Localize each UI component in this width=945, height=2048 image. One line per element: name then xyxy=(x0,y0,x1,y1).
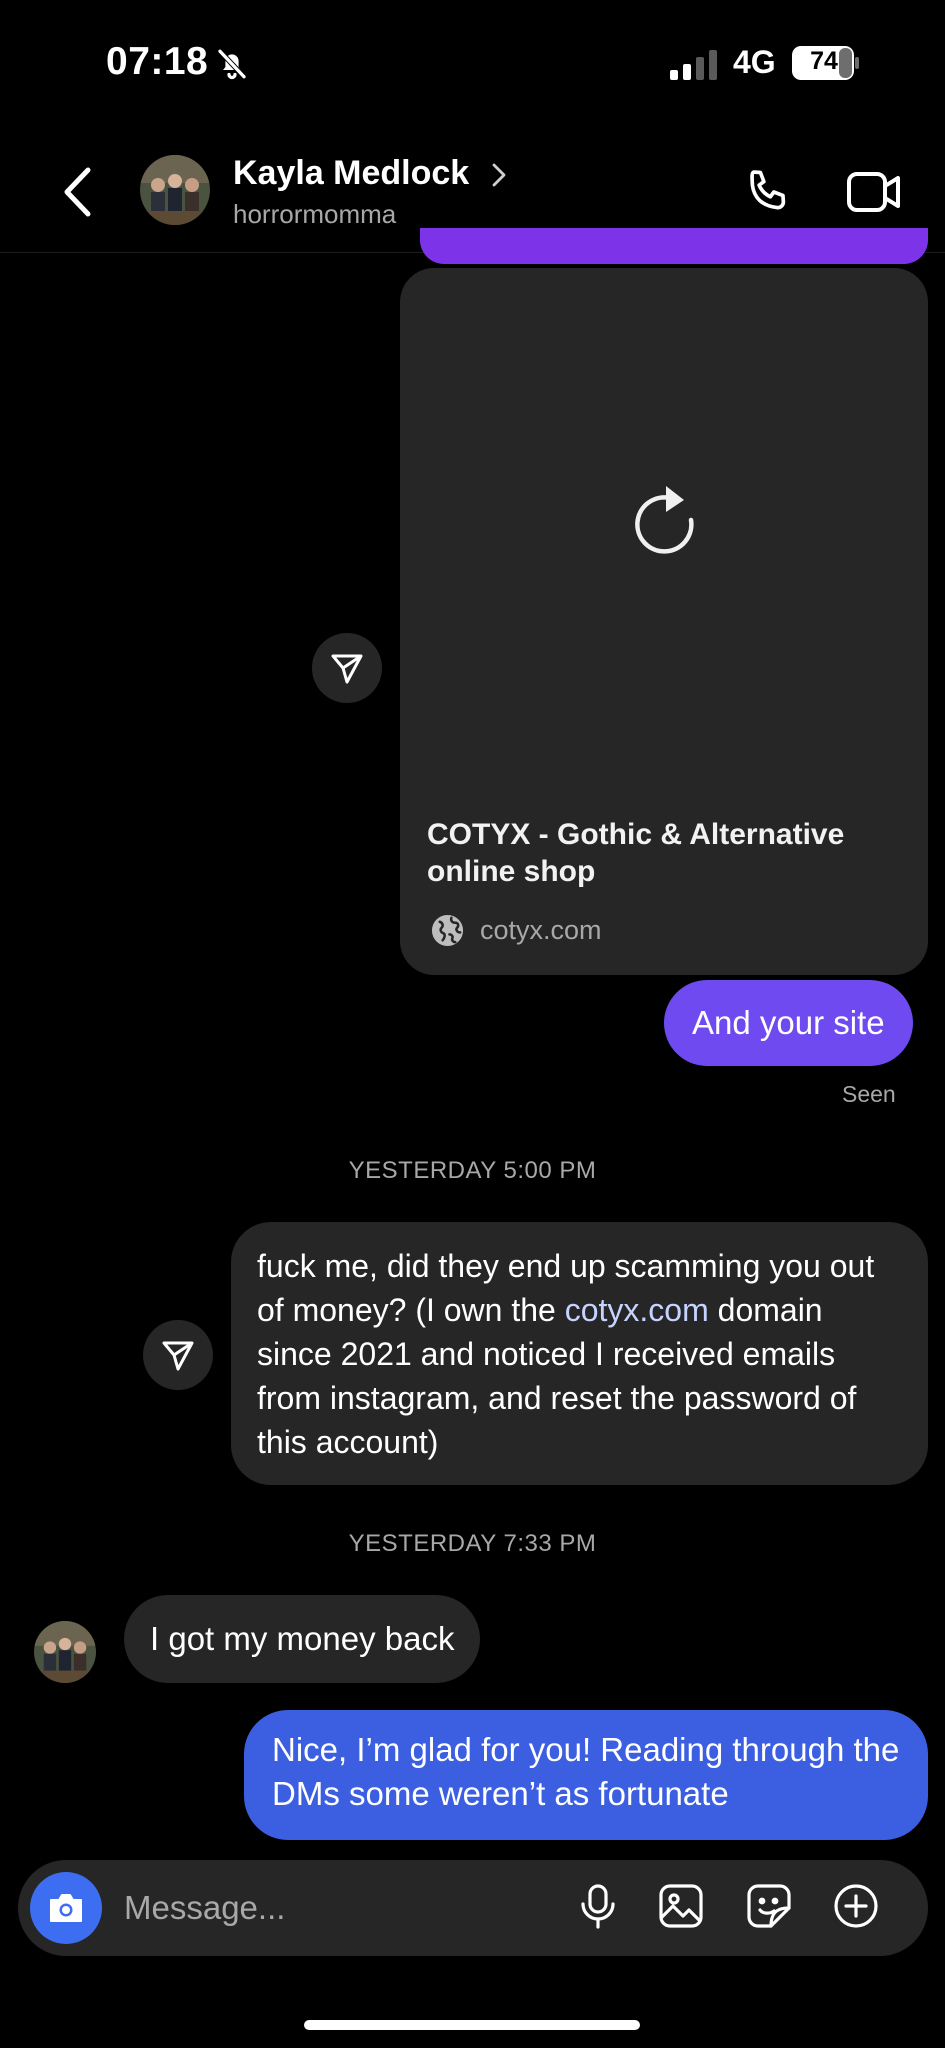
seen-indicator: Seen xyxy=(842,1081,896,1107)
phone-icon[interactable] xyxy=(742,166,794,218)
avatar-photo xyxy=(34,1621,96,1683)
battery-level: 74 xyxy=(810,47,838,75)
camera-button[interactable] xyxy=(30,1872,102,1944)
chevron-right-icon[interactable] xyxy=(490,162,508,188)
share-icon xyxy=(331,654,363,684)
contact-name[interactable]: Kayla Medlock xyxy=(233,154,469,193)
received-message-bubble[interactable]: fuck me, did they end up scamming you ou… xyxy=(231,1222,928,1485)
network-type: 4G xyxy=(733,44,776,80)
contact-username: horrormomma xyxy=(233,199,397,229)
timestamp: YESTERDAY 7:33 PM xyxy=(348,1530,597,1557)
sticker-icon[interactable] xyxy=(745,1882,793,1930)
globe-icon xyxy=(431,914,464,947)
video-icon[interactable] xyxy=(846,170,902,214)
camera-icon xyxy=(50,1894,82,1922)
status-time: 07:18 xyxy=(106,40,209,83)
link-preview-domain: cotyx.com xyxy=(480,915,602,945)
plus-icon[interactable] xyxy=(832,1882,880,1930)
received-message-bubble[interactable]: I got my money back xyxy=(124,1595,481,1683)
microphone-icon[interactable] xyxy=(574,1882,622,1930)
bell-slash-icon xyxy=(217,48,247,80)
share-button[interactable] xyxy=(143,1320,213,1390)
avatar-photo xyxy=(140,155,210,225)
previous-message-bubble[interactable] xyxy=(420,228,928,264)
message-input[interactable] xyxy=(124,1884,544,1932)
link-preview-title: COTYX - Gothic & Alternative online shop xyxy=(427,818,845,888)
sender-avatar[interactable] xyxy=(34,1621,96,1683)
sent-message-bubble[interactable]: Nice, I’m glad for you! Reading through … xyxy=(244,1710,928,1840)
avatar[interactable] xyxy=(140,155,210,225)
timestamp: YESTERDAY 5:00 PM xyxy=(348,1157,597,1184)
share-icon xyxy=(162,1341,194,1371)
back-chevron-icon[interactable] xyxy=(62,166,94,218)
reload-icon[interactable] xyxy=(626,484,702,560)
signal-icon xyxy=(670,50,717,80)
message-link[interactable]: cotyx.com xyxy=(565,1292,709,1328)
sent-message-bubble[interactable]: And your site xyxy=(664,980,913,1066)
home-indicator xyxy=(304,2020,640,2030)
share-button[interactable] xyxy=(312,633,382,703)
gallery-icon[interactable] xyxy=(657,1882,705,1930)
